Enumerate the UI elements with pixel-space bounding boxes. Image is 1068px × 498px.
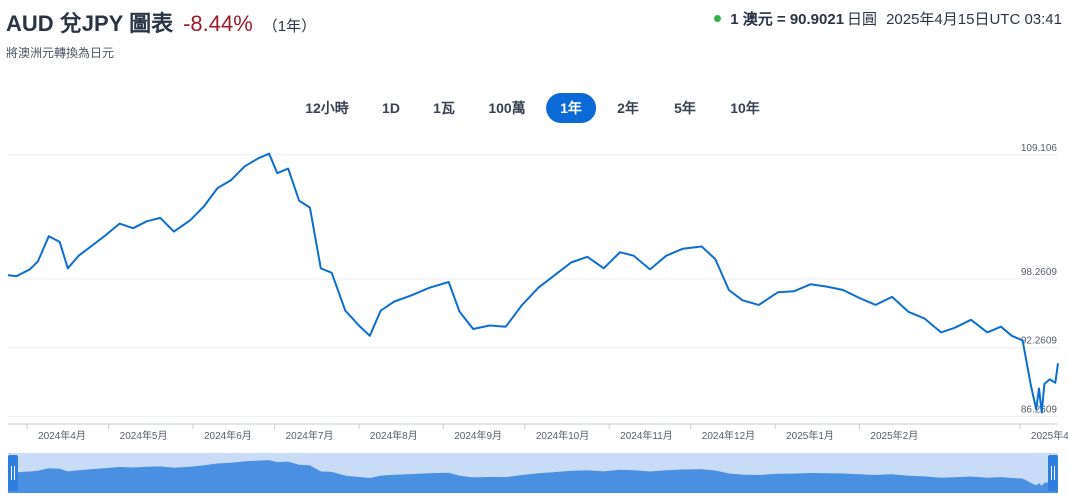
- navigator-left-handle[interactable]: [8, 455, 18, 491]
- series-line: [7, 152, 1059, 414]
- y-tick-label: 98.2609: [1021, 267, 1058, 278]
- x-axis-labels: 2024年4月 2024年5月 2024年6月 2024年7月 2024年8月 2024年…: [26, 424, 1068, 442]
- x-tick-label: 2024年10月: [536, 429, 589, 442]
- y-tick-label: 92.2609: [1021, 336, 1058, 347]
- y-tick-label: 86.2609: [1021, 404, 1058, 415]
- x-tick-label: 2024年6月: [204, 429, 252, 442]
- x-tick-label: 2024年7月: [286, 429, 334, 442]
- x-tick-label: 2025年4月: [1031, 429, 1068, 442]
- x-tick-label: 2024年11月: [620, 429, 673, 442]
- navigator-right-handle[interactable]: [1048, 455, 1058, 491]
- x-tick-label: 2024年12月: [702, 429, 755, 442]
- grid-lines: [8, 154, 1058, 417]
- x-tick-label: 2024年5月: [120, 429, 168, 442]
- x-tick-label: 2024年9月: [454, 429, 502, 442]
- y-tick-label: 109.106: [1021, 143, 1058, 154]
- chart: 109.10698.260992.260986.2609 2024年4月 2024…: [7, 143, 1068, 493]
- x-tick-label: 2024年8月: [370, 429, 418, 442]
- x-tick-label: 2025年1月: [786, 429, 834, 442]
- x-tick-label: 2024年4月: [38, 429, 86, 442]
- x-tick-label: 2025年2月: [870, 429, 918, 442]
- range-navigator[interactable]: [8, 453, 1058, 493]
